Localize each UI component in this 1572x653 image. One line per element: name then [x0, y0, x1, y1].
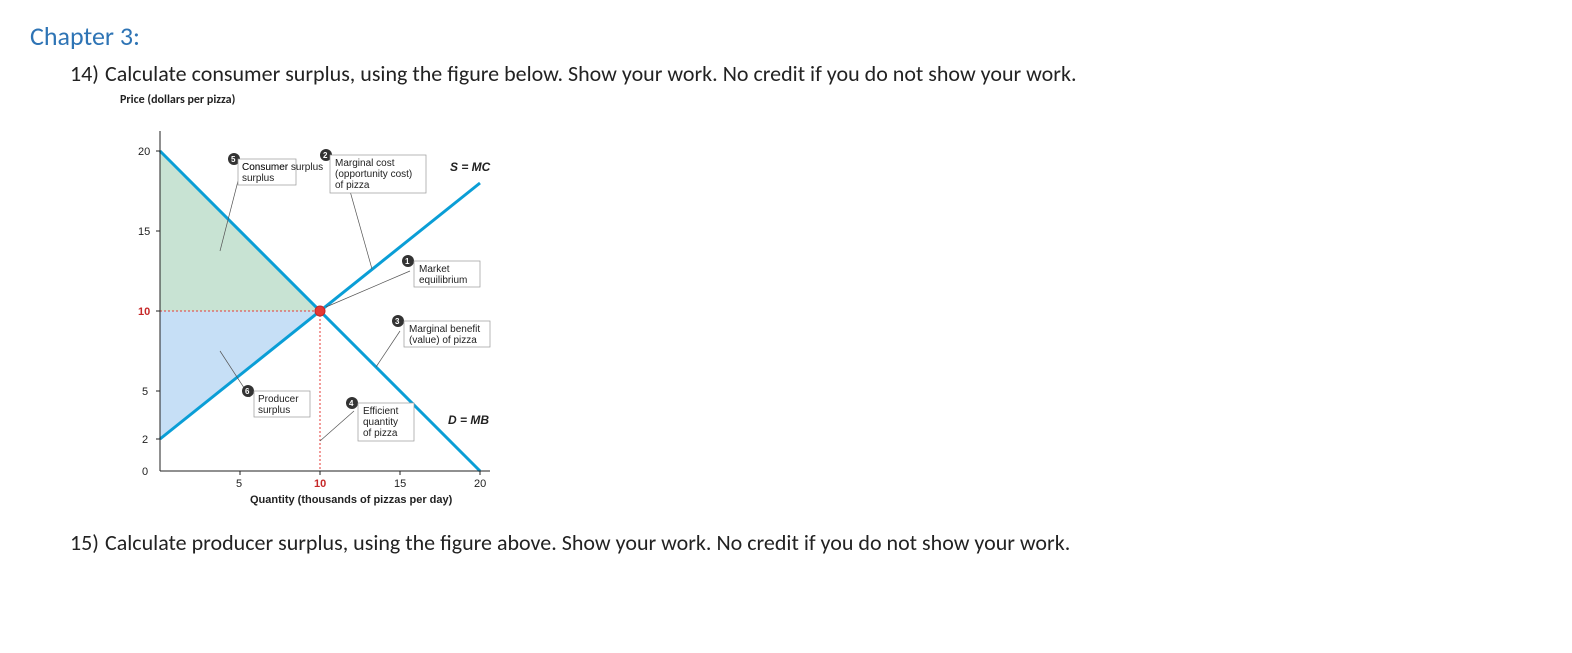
- chapter-heading: Chapter 3:: [30, 20, 1542, 52]
- svg-text:Marginal cost: Marginal cost: [335, 158, 395, 169]
- svg-text:10: 10: [138, 306, 150, 318]
- callout-marginal-cost: 2 Marginal cost (opportunity cost) of pi…: [320, 149, 426, 269]
- svg-text:1: 1: [405, 257, 410, 266]
- q14-number: 14): [70, 60, 99, 87]
- svg-text:(opportunity cost): (opportunity cost): [335, 169, 412, 180]
- callout-efficient-quantity: 4 Efficient quantity of pizza: [320, 397, 414, 441]
- svg-text:10: 10: [314, 478, 326, 490]
- svg-text:Efficient: Efficient: [363, 406, 399, 417]
- q15-number: 15): [70, 529, 99, 556]
- equilibrium-point: [315, 306, 325, 316]
- svg-text:Market: Market: [419, 264, 450, 275]
- svg-text:surplus: surplus: [258, 405, 290, 416]
- svg-text:2: 2: [323, 151, 328, 160]
- x-ticks: 5 10 15 20: [236, 471, 486, 490]
- svg-text:3: 3: [395, 317, 400, 326]
- supply-label: S = MC: [450, 160, 491, 174]
- question-15: 15)Calculate producer surplus, using the…: [70, 529, 1542, 556]
- q14-text: Calculate consumer surplus, using the fi…: [105, 60, 1077, 87]
- svg-text:5: 5: [236, 478, 242, 490]
- svg-text:of pizza: of pizza: [335, 180, 370, 191]
- svg-text:20: 20: [138, 146, 150, 158]
- y-ticks: 20 15 10 5 2 0: [138, 146, 160, 478]
- svg-text:equilibrium: equilibrium: [419, 275, 467, 286]
- svg-text:6: 6: [245, 387, 250, 396]
- svg-text:(value) of pizza: (value) of pizza: [409, 335, 477, 346]
- demand-label: D = MB: [448, 413, 489, 427]
- y-axis-title: Price (dollars per pizza): [120, 93, 1542, 107]
- svg-text:of pizza: of pizza: [363, 428, 398, 439]
- svg-text:Producer: Producer: [258, 394, 299, 405]
- figure-container: Price (dollars per pizza) 20 15 10 5: [120, 93, 1542, 511]
- svg-text:5: 5: [231, 155, 236, 164]
- svg-text:15: 15: [394, 478, 406, 490]
- supply-demand-chart: 20 15 10 5 2 0 5 10 15 20 Quantity (thou…: [120, 111, 540, 511]
- question-14: 14)Calculate consumer surplus, using the…: [70, 60, 1542, 87]
- x-axis-title: Quantity (thousands of pizzas per day): [250, 494, 453, 506]
- svg-text:2: 2: [142, 434, 148, 446]
- svg-text:0: 0: [142, 466, 148, 478]
- q15-text: Calculate producer surplus, using the fi…: [105, 529, 1070, 556]
- svg-text:Marginal benefit: Marginal benefit: [409, 324, 480, 335]
- callout-marginal-benefit: 3 Marginal benefit (value) of pizza: [376, 315, 490, 367]
- svg-text:20: 20: [474, 478, 486, 490]
- svg-text:4: 4: [349, 399, 354, 408]
- svg-text:quantity: quantity: [363, 417, 398, 428]
- svg-text:5: 5: [142, 386, 148, 398]
- svg-text:15: 15: [138, 226, 150, 238]
- callout-market-equilibrium: 1 Market equilibrium: [326, 255, 480, 307]
